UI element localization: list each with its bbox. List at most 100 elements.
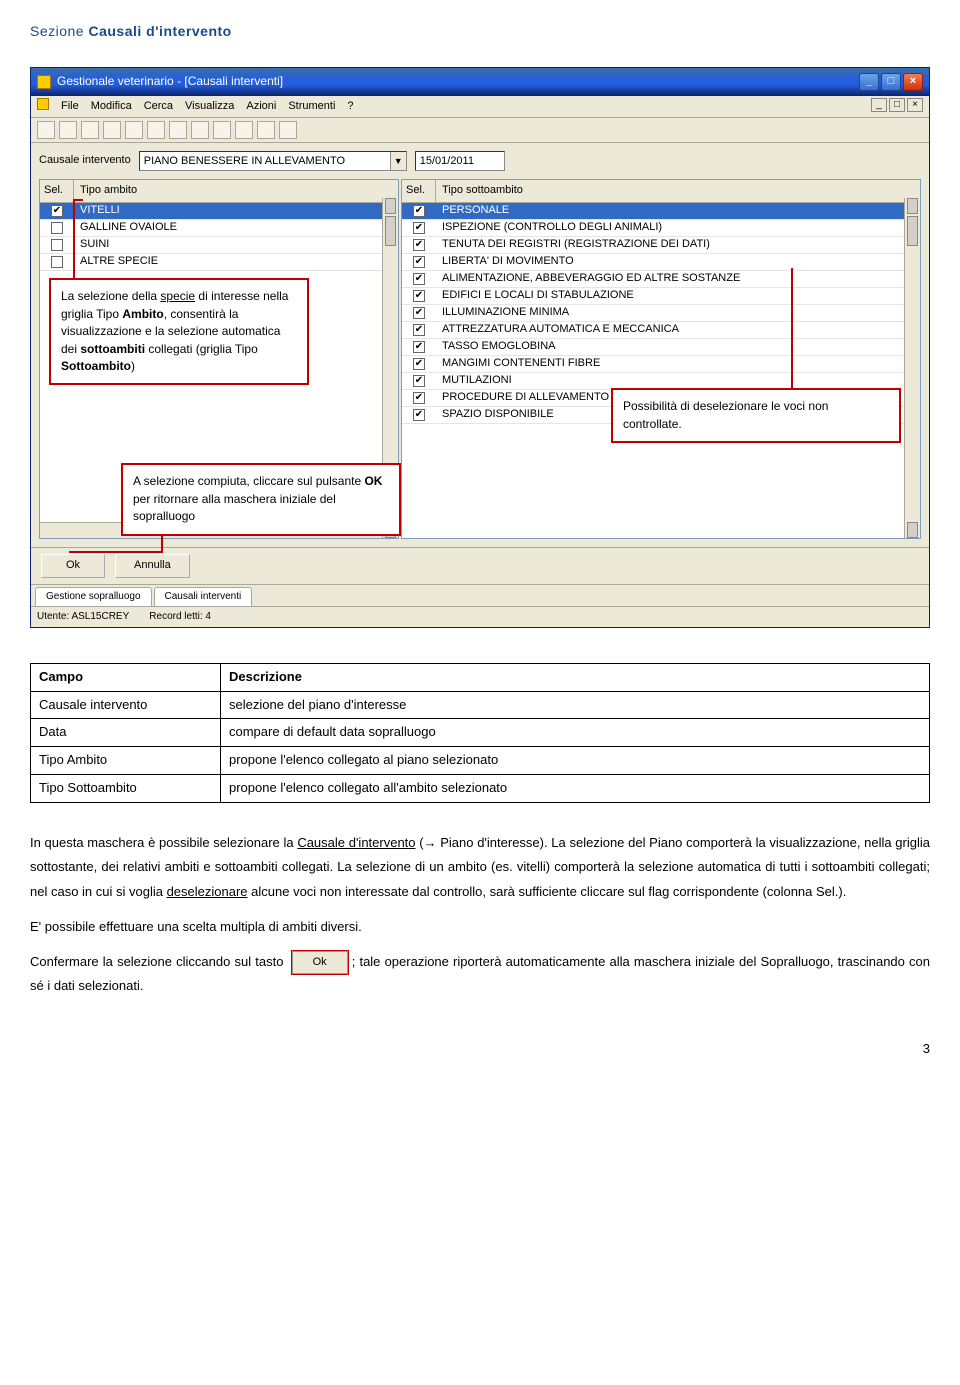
checkbox[interactable]: ✔ <box>413 222 425 234</box>
toolbar-button[interactable] <box>169 121 187 139</box>
cancel-button[interactable]: Annulla <box>115 554 190 578</box>
cell-key: Data <box>31 719 221 747</box>
tab-causali[interactable]: Causali interventi <box>154 587 253 606</box>
toolbar-button[interactable] <box>37 121 55 139</box>
table-row[interactable]: ✔ATTREZZATURA AUTOMATICA E MECCANICA <box>402 322 920 339</box>
table-row[interactable]: ✔LIBERTA' DI MOVIMENTO <box>402 254 920 271</box>
menu-azioni[interactable]: Azioni <box>246 98 276 116</box>
app-icon <box>37 75 51 89</box>
toolbar-button[interactable] <box>147 121 165 139</box>
toolbar-button[interactable] <box>125 121 143 139</box>
table-row[interactable]: ✔ ALIMENTAZIONE, ABBEVERAGGIO ED ALTRE SO… <box>402 271 920 288</box>
toolbar-button[interactable] <box>59 121 77 139</box>
toolbar-button[interactable] <box>191 121 209 139</box>
col-tipo-sottoambito[interactable]: Tipo sottoambito <box>436 180 920 202</box>
bottom-toolbar: Ok Annulla <box>31 547 929 584</box>
causale-input[interactable] <box>140 152 390 170</box>
menu-help[interactable]: ? <box>347 98 353 116</box>
checkbox[interactable] <box>51 239 63 251</box>
titlebar: Gestionale veterinario - [Causali interv… <box>31 68 929 95</box>
menu-strumenti[interactable]: Strumenti <box>288 98 335 116</box>
table-row: Causale interventoselezione del piano d'… <box>31 691 930 719</box>
ok-button[interactable]: Ok <box>41 554 105 578</box>
checkbox[interactable]: ✔ <box>413 392 425 404</box>
checkbox[interactable]: ✔ <box>413 239 425 251</box>
checkbox[interactable]: ✔ <box>413 273 425 285</box>
table-row[interactable]: ✔TASSO EMOGLOBINA <box>402 339 920 356</box>
checkbox[interactable]: ✔ <box>413 341 425 353</box>
minimize-button[interactable]: _ <box>859 73 879 91</box>
checkbox[interactable]: ✔ <box>51 205 63 217</box>
cell-key: Tipo Ambito <box>31 747 221 775</box>
mdi-restore[interactable]: □ <box>889 98 905 112</box>
th-campo: Campo <box>31 663 221 691</box>
mdi-minimize[interactable]: _ <box>871 98 887 112</box>
toolbar-button[interactable] <box>235 121 253 139</box>
table-row[interactable]: ✔ MANGIMI CONTENENTI FIBRE <box>402 356 920 373</box>
causale-label: Causale intervento <box>39 152 131 170</box>
checkbox[interactable] <box>51 256 63 268</box>
tab-strip: Gestione sopralluogo Causali interventi <box>31 584 929 606</box>
checkbox[interactable]: ✔ <box>413 205 425 217</box>
toolbar-button[interactable] <box>81 121 99 139</box>
close-button[interactable]: × <box>903 73 923 91</box>
checkbox[interactable]: ✔ <box>413 290 425 302</box>
col-sel[interactable]: Sel. <box>402 180 436 202</box>
table-row[interactable]: ✔ ISPEZIONE (CONTROLLO DEGLI ANIMALI) <box>402 220 920 237</box>
menu-visualizza[interactable]: Visualizza <box>185 98 234 116</box>
window-title: Gestionale veterinario - [Causali interv… <box>57 72 283 91</box>
menu-file[interactable]: File <box>61 98 79 116</box>
maximize-button[interactable]: □ <box>881 73 901 91</box>
table-row[interactable]: ALTRE SPECIE <box>40 254 398 271</box>
section-heading: Sezione Causali d'intervento <box>30 20 930 42</box>
table-row[interactable]: SUINI <box>40 237 398 254</box>
checkbox[interactable]: ✔ <box>413 324 425 336</box>
table-row[interactable]: ✔ ILLUMINAZIONE MINIMA <box>402 305 920 322</box>
col-tipo-ambito[interactable]: Tipo ambito <box>74 180 398 202</box>
col-sel[interactable]: Sel. <box>40 180 74 202</box>
cell-key: Tipo Sottoambito <box>31 774 221 802</box>
menubar: File Modifica Cerca Visualizza Azioni St… <box>31 96 929 119</box>
row-label: SUINI <box>74 236 109 254</box>
row-label: ISPEZIONE (CONTROLLO DEGLI ANIMALI) <box>436 219 662 237</box>
row-label: MANGIMI CONTENENTI FIBRE <box>436 355 600 373</box>
checkbox[interactable]: ✔ <box>413 409 425 421</box>
mdi-close[interactable]: × <box>907 98 923 112</box>
toolbar <box>31 118 929 143</box>
table-row[interactable]: ✔ VITELLI <box>40 203 398 220</box>
row-label: ILLUMINAZIONE MINIMA <box>436 304 569 322</box>
row-label: ALIMENTAZIONE, ABBEVERAGGIO ED ALTRE SOS… <box>436 270 740 288</box>
checkbox[interactable]: ✔ <box>413 375 425 387</box>
table-row: Datacompare di default data sopralluogo <box>31 719 930 747</box>
cell-val: compare di default data sopralluogo <box>221 719 930 747</box>
menu-modifica[interactable]: Modifica <box>91 98 132 116</box>
checkbox[interactable] <box>51 222 63 234</box>
toolbar-button[interactable] <box>213 121 231 139</box>
window-controls: _ □ × <box>859 73 923 91</box>
menu-cerca[interactable]: Cerca <box>144 98 173 116</box>
chevron-down-icon[interactable]: ▼ <box>390 152 406 170</box>
table-row[interactable]: ✔TENUTA DEI REGISTRI (REGISTRAZIONE DEI … <box>402 237 920 254</box>
checkbox[interactable]: ✔ <box>413 307 425 319</box>
toolbar-button[interactable] <box>279 121 297 139</box>
toolbar-button[interactable] <box>103 121 121 139</box>
table-row[interactable]: ✔ MUTILAZIONI <box>402 373 920 390</box>
row-label: VITELLI <box>74 202 120 220</box>
date-input[interactable] <box>415 151 505 171</box>
toolbar-button[interactable] <box>257 121 275 139</box>
table-row[interactable]: GALLINE OVAIOLE <box>40 220 398 237</box>
row-label: MUTILAZIONI <box>436 372 512 390</box>
section-heading-bold: Causali d'intervento <box>88 23 231 39</box>
scrollbar-vertical[interactable] <box>904 198 920 538</box>
table-row[interactable]: ✔EDIFICI E LOCALI DI STABULAZIONE <box>402 288 920 305</box>
causale-combo[interactable]: ▼ <box>139 151 407 171</box>
checkbox[interactable]: ✔ <box>413 358 425 370</box>
row-label: ALTRE SPECIE <box>74 253 158 271</box>
row-label: SPAZIO DISPONIBILE <box>436 406 554 424</box>
tab-gestione[interactable]: Gestione sopralluogo <box>35 587 152 606</box>
checkbox[interactable]: ✔ <box>413 256 425 268</box>
table-row: Tipo Ambitopropone l'elenco collegato al… <box>31 747 930 775</box>
body-paragraph: In questa maschera è possibile seleziona… <box>30 831 930 905</box>
filter-row: Causale intervento ▼ <box>31 143 929 175</box>
table-row[interactable]: ✔PERSONALE <box>402 203 920 220</box>
